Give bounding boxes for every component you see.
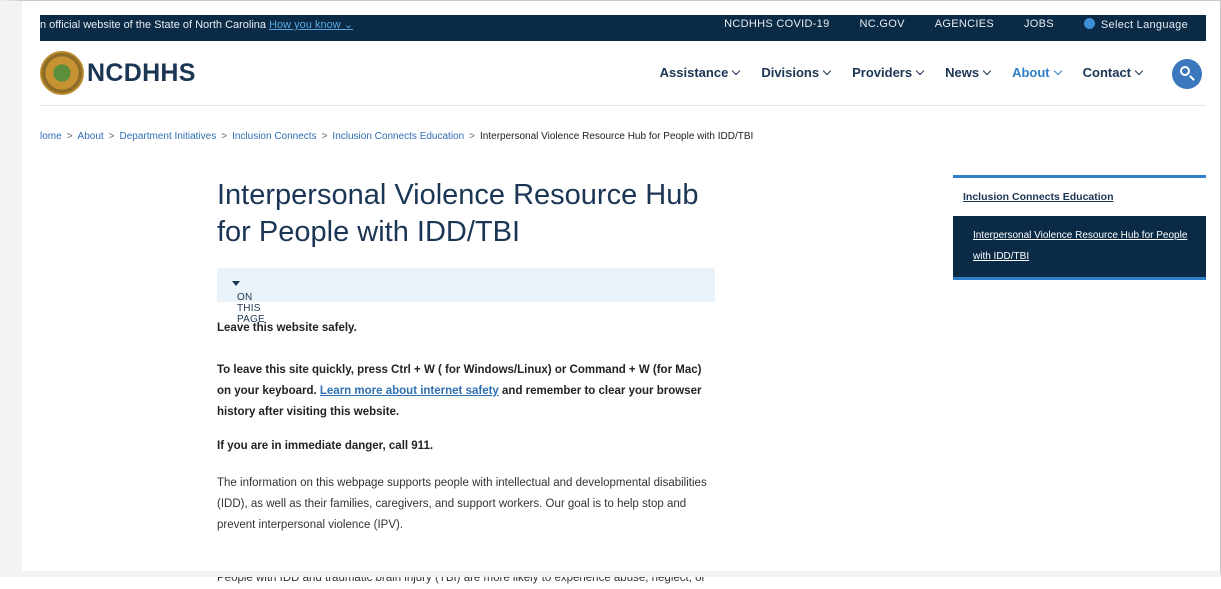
nav-providers-label: Providers	[852, 65, 913, 80]
internet-safety-link[interactable]: Learn more about internet safety	[320, 385, 499, 397]
breadcrumb-about[interactable]: About	[78, 131, 104, 142]
nav-about[interactable]: About	[1012, 65, 1062, 80]
nav-contact-label: Contact	[1082, 65, 1131, 80]
agencies-link[interactable]: AGENCIES	[935, 18, 994, 31]
intro-paragraph: The information on this webpage supports…	[217, 477, 707, 531]
breadcrumb: lome > About > Department Initiatives > Inclus…	[40, 131, 753, 142]
nav-news-label: News	[945, 65, 980, 80]
chevron-down-icon	[1134, 66, 1144, 76]
chevron-down-icon	[915, 66, 925, 76]
select-language-button[interactable]: Select Language	[1083, 18, 1188, 31]
breadcrumb-department-initiatives[interactable]: Department Initiatives	[120, 131, 217, 142]
sidebar-parent-link[interactable]: Inclusion Connects Education	[953, 178, 1206, 216]
breadcrumb-separator: >	[66, 131, 73, 142]
danger-notice: If you are in immediate danger, call 911…	[217, 440, 434, 452]
breadcrumb-home[interactable]: lome	[40, 131, 62, 142]
nav-assistance-label: Assistance	[659, 65, 729, 80]
utility-bar: n official website of the State of North…	[40, 15, 1206, 41]
page-title: Interpersonal Violence Resource Hub for …	[217, 179, 699, 248]
how-you-know-link[interactable]: How you know ⌄	[269, 19, 353, 31]
utility-links: NCDHHS COVID-19 NC.GOV AGENCIES JOBS Sel…	[724, 18, 1188, 31]
partial-paragraph: People with IDD and traumatic brain inju…	[217, 572, 706, 584]
chevron-down-icon	[982, 66, 992, 76]
nav-divisions-label: Divisions	[761, 65, 820, 80]
leave-quickly-paragraph: To leave this site quickly, press Ctrl +…	[217, 360, 717, 423]
nav-contact[interactable]: Contact	[1082, 65, 1144, 80]
leave-safely-heading: Leave this website safely.	[217, 322, 357, 334]
breadcrumb-separator: >	[108, 131, 115, 142]
select-language-label: Select Language	[1100, 19, 1188, 31]
breadcrumb-current: Interpersonal Violence Resource Hub for …	[480, 131, 754, 142]
nav-news[interactable]: News	[945, 65, 992, 80]
nav-providers[interactable]: Providers	[852, 65, 925, 80]
official-website-text: n official website of the State of North…	[40, 19, 267, 31]
breadcrumb-inclusion-connects-education[interactable]: Inclusion Connects Education	[332, 131, 464, 142]
nc-seal-icon	[40, 51, 84, 95]
brand-name: NCDHHS	[87, 58, 196, 87]
sidebar-bottom-border	[953, 277, 1206, 280]
breadcrumb-inclusion-connects[interactable]: Inclusion Connects	[232, 131, 317, 142]
nav-divisions[interactable]: Divisions	[761, 65, 832, 80]
sidebar-current-link[interactable]: Interpersonal Violence Resource Hub for …	[953, 216, 1206, 277]
search-button[interactable]	[1172, 59, 1202, 89]
section-sidebar: Inclusion Connects Education Interperson…	[953, 175, 1206, 280]
chevron-down-icon	[1053, 66, 1062, 76]
site-header: NCDHHS Assistance Divisions Providers Ne…	[40, 41, 1206, 106]
main-nav: Assistance Divisions Providers News Abou…	[659, 65, 1144, 80]
chevron-down-icon	[822, 66, 832, 76]
caret-down-icon	[232, 281, 240, 286]
ncgov-link[interactable]: NC.GOV	[860, 18, 905, 31]
chevron-down-icon	[732, 66, 741, 76]
official-website-notice: n official website of the State of North…	[40, 18, 353, 31]
site-logo[interactable]: NCDHHS	[40, 51, 196, 95]
covid-link[interactable]: NCDHHS COVID-19	[724, 18, 829, 31]
on-this-page-toggle[interactable]: ON THIS PAGE	[217, 268, 715, 325]
nav-assistance[interactable]: Assistance	[659, 65, 741, 80]
breadcrumb-separator: >	[469, 131, 476, 142]
globe-icon	[1083, 18, 1095, 29]
breadcrumb-separator: >	[221, 131, 228, 142]
jobs-link[interactable]: JOBS	[1024, 18, 1054, 31]
nav-about-label: About	[1012, 65, 1050, 80]
breadcrumb-separator: >	[321, 131, 328, 142]
